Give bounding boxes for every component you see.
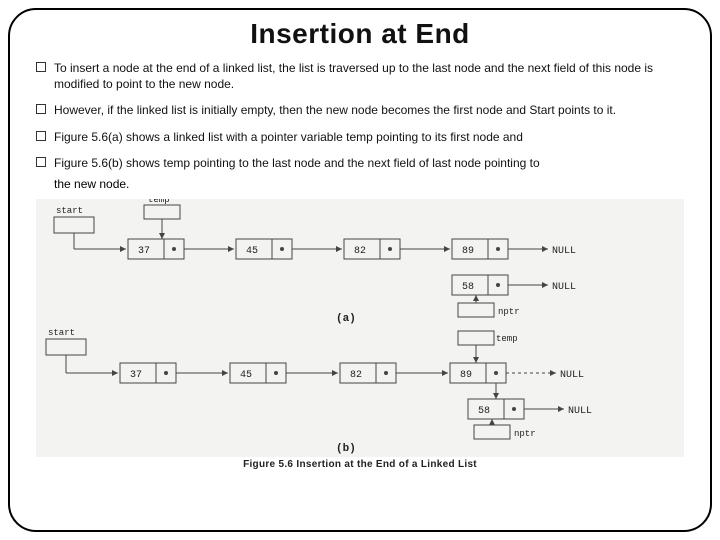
label-null: NULL bbox=[552, 246, 576, 257]
subfigure-label-b: (b) bbox=[336, 443, 356, 455]
bullet-item: Figure 5.6(b) shows temp pointing to the… bbox=[36, 155, 684, 171]
subfigure-label-a: (a) bbox=[336, 313, 356, 325]
node-value: 45 bbox=[246, 246, 258, 257]
node-value: 45 bbox=[240, 370, 252, 381]
label-temp: temp bbox=[148, 199, 170, 205]
node-value: 37 bbox=[138, 246, 150, 257]
figure-a: start temp 37 45 bbox=[36, 199, 684, 327]
node-value: 89 bbox=[462, 246, 474, 257]
figure-caption: Figure 5.6 Insertion at the End of a Lin… bbox=[36, 459, 684, 470]
slide-frame: Insertion at End To insert a node at the… bbox=[8, 8, 712, 532]
label-nptr: nptr bbox=[514, 429, 536, 439]
label-null: NULL bbox=[552, 282, 576, 293]
node-value-new: 58 bbox=[462, 282, 474, 293]
node-value-new: 58 bbox=[478, 406, 490, 417]
node-value: 82 bbox=[350, 370, 362, 381]
label-null: NULL bbox=[568, 406, 592, 417]
bullet-item: However, if the linked list is initially… bbox=[36, 102, 684, 118]
label-start: start bbox=[48, 328, 75, 338]
figure-b: start 37 45 82 bbox=[36, 327, 684, 457]
label-null: NULL bbox=[560, 370, 584, 381]
node-value: 37 bbox=[130, 370, 142, 381]
bullet-item: Figure 5.6(a) shows a linked list with a… bbox=[36, 129, 684, 145]
node-value: 89 bbox=[460, 370, 472, 381]
figure-area: start temp 37 45 bbox=[36, 199, 684, 470]
node-value: 82 bbox=[354, 246, 366, 257]
label-nptr: nptr bbox=[498, 307, 520, 317]
bullet-list: To insert a node at the end of a linked … bbox=[36, 60, 684, 171]
label-temp: temp bbox=[496, 334, 518, 344]
label-start: start bbox=[56, 206, 83, 216]
slide-title: Insertion at End bbox=[36, 18, 684, 50]
bullet-item: To insert a node at the end of a linked … bbox=[36, 60, 684, 92]
bullet-trailing: the new node. bbox=[36, 177, 684, 191]
